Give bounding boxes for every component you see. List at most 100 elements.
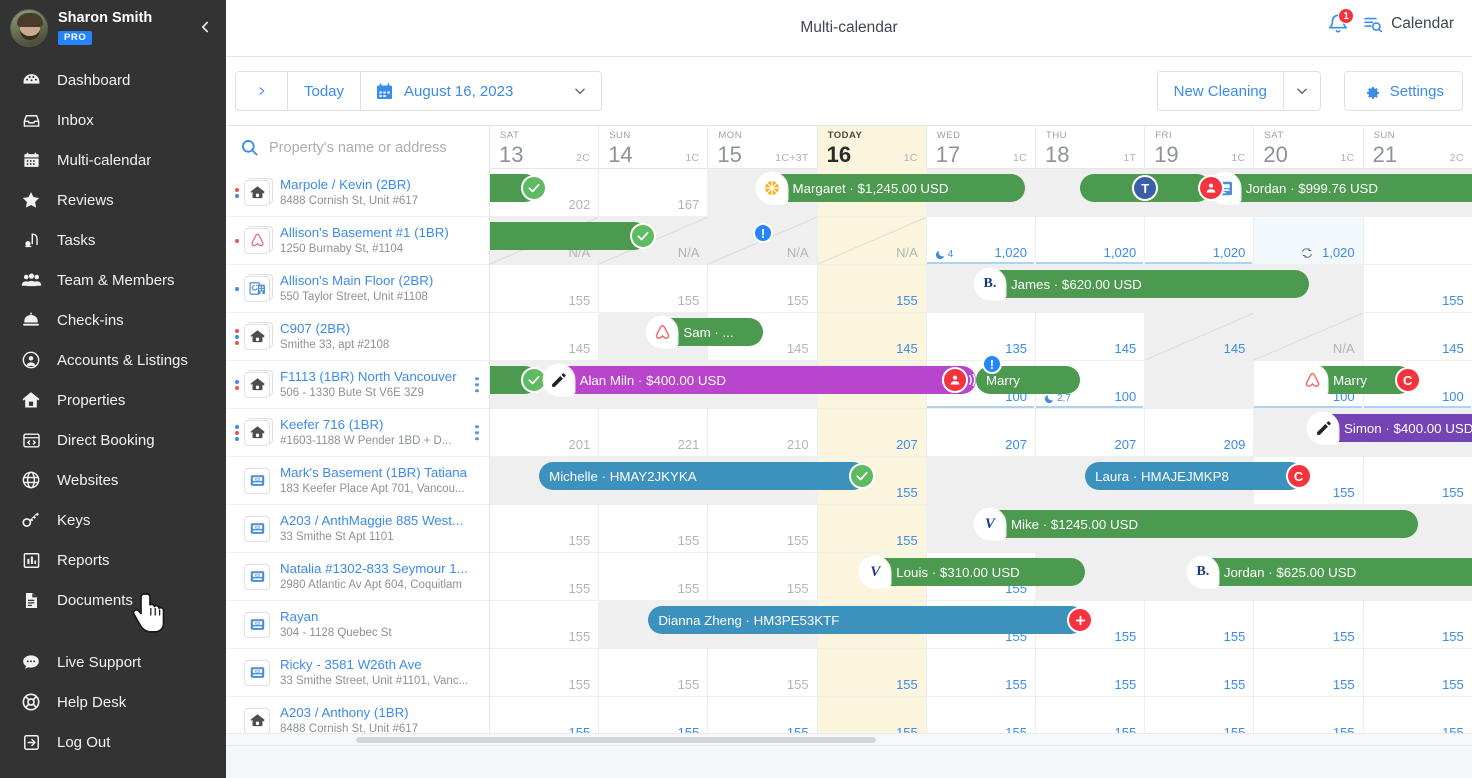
property-row[interactable]: C907 (2BR) Smithe 33, apt #2108 (226, 313, 489, 361)
calendar-cell[interactable]: 210 (708, 409, 818, 456)
property-row[interactable]: ICS A203 / AnthMaggie 885 West... 33 Smith… (226, 505, 489, 553)
calendar-cell[interactable]: 207 (817, 409, 927, 456)
calendar-cell[interactable]: 145 (1036, 313, 1146, 360)
calendar-cell[interactable]: 155 (927, 649, 1036, 696)
calendar-cell[interactable]: 135 (927, 313, 1036, 360)
calendar-cell[interactable]: 145 (1145, 313, 1255, 360)
sidebar-item-reviews[interactable]: Reviews (0, 180, 226, 220)
reservation-bar[interactable]: Michelle · HMAY2JKYKA (539, 462, 875, 490)
property-row[interactable]: Allison's Basement #1 (1BR) 1250 Burnaby … (226, 217, 489, 265)
property-row[interactable]: ICS Natalia #1302-833 Seymour 1... 2980 At… (226, 553, 489, 601)
reservation-bar[interactable]: Marry! (975, 354, 1080, 394)
property-name-link[interactable]: Ricky - 3581 W26th Ave (280, 657, 468, 674)
property-name-link[interactable]: Keefer 716 (1BR) (280, 417, 451, 434)
reservation-bar[interactable]: Jordan · $999.76 USD (1197, 173, 1472, 203)
reservation-status-badge[interactable] (521, 175, 548, 201)
calendar-cell[interactable]: 1,020 (1145, 217, 1255, 264)
property-name-link[interactable]: F1113 (1BR) North Vancouver (280, 369, 457, 386)
horizontal-scrollbar[interactable] (226, 733, 1472, 745)
property-name-link[interactable]: A203 / Anthony (1BR) (280, 705, 418, 722)
calendar-cell[interactable]: 167 (599, 169, 709, 216)
user-profile-block[interactable]: Sharon Smith PRO (0, 0, 226, 56)
sidebar-item-websites[interactable]: Websites (0, 460, 226, 500)
next-period-button[interactable] (236, 72, 288, 110)
reservation-bar[interactable]: V Louis · $310.00 USD (860, 557, 1086, 587)
sidebar-item-documents[interactable]: Documents (0, 580, 226, 620)
notifications-button[interactable]: 1 (1327, 8, 1355, 36)
calendar-cell[interactable]: 145 (1364, 313, 1472, 360)
calendar-cell[interactable]: 155 (1364, 457, 1472, 504)
reservation-bar[interactable]: Laura · HMAJEJMKP8 C (1085, 462, 1312, 490)
reservation-bar[interactable]: Sam · ... (647, 317, 763, 347)
info-icon[interactable]: ! (981, 354, 1002, 374)
calendar-cell[interactable]: 155 (599, 649, 709, 696)
calendar-cell[interactable]: 155 (708, 649, 818, 696)
calendar-cell[interactable]: 155 (1036, 649, 1146, 696)
search-input[interactable] (269, 139, 469, 156)
reservation-bar[interactable]: Margaret · $1,245.00 USD (756, 173, 1026, 203)
reservation-bar[interactable]: Simon · $400.00 USD (1308, 413, 1472, 443)
new-cleaning-dropdown-button[interactable] (1284, 72, 1320, 110)
property-row[interactable]: Keefer 716 (1BR) #1603-1188 W Pender 1BD … (226, 409, 489, 457)
calendar-cell[interactable]: N/A (1254, 313, 1364, 360)
calendar-cell[interactable]: 155 (599, 265, 709, 312)
calendar-cell[interactable]: 155 (490, 265, 600, 312)
calendar-cell[interactable]: 155 (490, 505, 600, 552)
scrollbar-thumb[interactable] (356, 737, 876, 743)
day-header-18[interactable]: THU 18 1T (1036, 126, 1146, 169)
calendar-cell[interactable]: 155 (1145, 649, 1255, 696)
reservation-status-badge[interactable]: C (1285, 463, 1312, 489)
property-menu-button[interactable] (475, 376, 479, 393)
sidebar-item-help-desk[interactable]: Help Desk (0, 682, 226, 722)
calendar-cell[interactable]: 155 (599, 553, 709, 600)
calendar-cell[interactable]: 155 (1364, 265, 1472, 312)
calendar-cell[interactable]: 155 (817, 265, 927, 312)
sidebar-item-reports[interactable]: Reports (0, 540, 226, 580)
day-header-14[interactable]: SUN 14 1C (599, 126, 709, 169)
property-name-link[interactable]: Rayan (280, 609, 392, 626)
property-name-link[interactable]: Mark's Basement (1BR) Tatiana (280, 465, 467, 482)
property-row[interactable]: ICS Mark's Basement (1BR) Tatiana 183 Keef… (226, 457, 489, 505)
sidebar-item-dashboard[interactable]: Dashboard (0, 60, 226, 100)
calendar-cell[interactable]: 155 (708, 265, 818, 312)
calendar-cell[interactable]: 155 (1254, 601, 1364, 648)
day-header-20[interactable]: SAT 20 1C (1254, 126, 1364, 169)
calendar-cell[interactable]: 155 (817, 505, 927, 552)
calendar-cell[interactable]: 1,020 (1036, 217, 1146, 264)
calendar-cell[interactable]: 145 (490, 313, 600, 360)
calendar-cell[interactable] (1145, 361, 1255, 408)
calendar-cell[interactable]: 207 (927, 409, 1036, 456)
reservation-status-badge[interactable] (1067, 607, 1094, 633)
reservation-status-badge[interactable] (848, 463, 875, 489)
sidebar-item-multi-calendar[interactable]: Multi-calendar (0, 140, 226, 180)
calendar-cell[interactable]: 1,020 (1254, 217, 1364, 264)
sidebar-item-live-support[interactable]: Live Support (0, 642, 226, 682)
day-header-13[interactable]: SAT 13 2C (490, 126, 600, 169)
calendar-cell[interactable]: 155 (490, 649, 600, 696)
reservation-status-badge[interactable] (1197, 175, 1224, 201)
day-header-19[interactable]: FRI 19 1C (1145, 126, 1255, 169)
reservation-bar[interactable]: Alan Miln · $400.00 USD (543, 365, 980, 395)
property-name-link[interactable]: Allison's Basement #1 (1BR) (280, 225, 449, 242)
calendar-cell[interactable]: 155 (817, 649, 927, 696)
day-header-16[interactable]: TODAY 16 1C (817, 126, 927, 169)
reservation-bar[interactable]: Marry C (1297, 365, 1421, 395)
new-cleaning-button[interactable]: New Cleaning (1158, 72, 1284, 110)
calendar-cell[interactable]: 155 (1364, 649, 1472, 696)
date-picker-button[interactable]: August 16, 2023 (361, 72, 601, 110)
day-header-15[interactable]: MON 15 1C+3T (708, 126, 818, 169)
calendar-cell[interactable]: 209 (1145, 409, 1255, 456)
reservation-bar[interactable]: Dianna Zheng · HM3PE53KTF (648, 606, 1094, 634)
sidebar-item-keys[interactable]: Keys (0, 500, 226, 540)
reservation-bar[interactable]: B. Jordan · $625.00 USD (1187, 557, 1472, 587)
property-name-link[interactable]: Natalia #1302-833 Seymour 1... (280, 561, 468, 578)
calendar-cell[interactable]: 155 (599, 505, 709, 552)
sidebar-item-team-members[interactable]: Team & Members (0, 260, 226, 300)
sidebar-item-tasks[interactable]: Tasks (0, 220, 226, 260)
property-row[interactable]: Allison's Main Floor (2BR) 550 Taylor Str… (226, 265, 489, 313)
sidebar-item-properties[interactable]: Properties (0, 380, 226, 420)
info-icon[interactable]: ! (753, 223, 773, 243)
property-name-link[interactable]: Allison's Main Floor (2BR) (280, 273, 433, 290)
day-header-17[interactable]: WED 17 1C (927, 126, 1036, 169)
calendar-cell[interactable]: 201 (490, 409, 600, 456)
